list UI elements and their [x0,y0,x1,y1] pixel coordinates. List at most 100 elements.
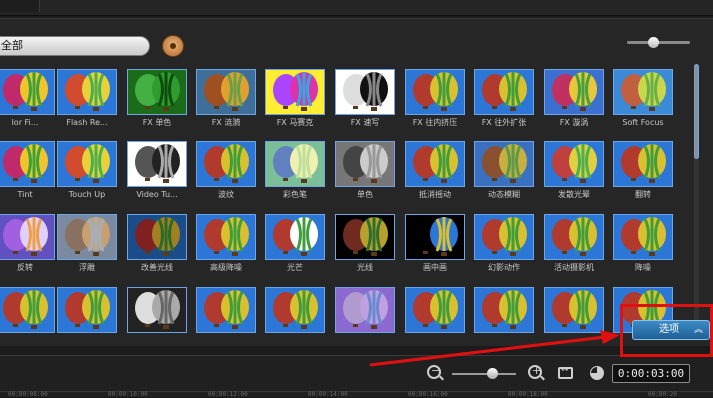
scrollbar-thumb[interactable] [694,64,699,159]
effect-tile[interactable]: 反转 [0,214,55,273]
effect-tile[interactable]: Soft Focus [613,69,673,128]
top-tab[interactable] [0,0,40,12]
effect-thumbnail[interactable] [544,141,604,187]
effect-thumbnail[interactable] [0,214,55,260]
effect-tile[interactable] [196,287,256,336]
effect-tile[interactable]: 翻转 [613,141,673,200]
effect-thumbnail[interactable] [196,287,256,333]
effect-thumbnail[interactable] [474,214,534,260]
effect-thumbnail[interactable] [127,141,187,187]
effect-tile[interactable]: 发散光晕 [544,141,604,200]
film-reel-icon[interactable] [162,35,184,57]
options-button[interactable]: 选项 ︽ [632,320,710,340]
effect-thumbnail[interactable] [57,287,117,333]
clock-icon[interactable] [590,366,604,380]
effect-thumbnail[interactable] [265,69,325,115]
effect-thumbnail[interactable] [335,69,395,115]
zoom-out-icon[interactable] [427,364,441,379]
effect-tile[interactable] [127,287,187,336]
zoom-slider-knob[interactable] [487,368,498,379]
effect-tile[interactable]: 单色 [335,141,395,200]
effect-thumbnail[interactable] [127,214,187,260]
effect-tile[interactable]: 波纹 [196,141,256,200]
effect-tile[interactable]: 抵消摇动 [405,141,465,200]
effect-tile[interactable]: 动态模糊 [474,141,534,200]
effect-thumbnail[interactable] [196,214,256,260]
double-chevron-up-icon: ︽ [693,325,703,335]
effect-thumbnail[interactable] [613,141,673,187]
thumbnail-size-slider[interactable] [627,37,690,48]
effect-thumbnail[interactable] [57,214,117,260]
zoom-in-icon[interactable] [528,364,542,379]
effect-tile[interactable]: Tint [0,141,55,200]
effect-thumbnail[interactable] [613,69,673,115]
effect-tile[interactable]: FX 漩涡 [544,69,604,128]
effect-tile[interactable]: 改善光线 [127,214,187,273]
effect-thumbnail[interactable] [335,214,395,260]
effect-tile[interactable]: FX 往外扩张 [474,69,534,128]
effect-thumbnail[interactable] [265,141,325,187]
effect-thumbnail[interactable] [196,69,256,115]
fit-to-window-icon[interactable] [558,365,573,379]
effect-tile[interactable]: FX 马赛克 [265,69,325,128]
effect-tile[interactable]: FX 速写 [335,69,395,128]
effect-tile[interactable]: 幻影动作 [474,214,534,273]
category-dropdown-value: 全部 [1,39,23,52]
effect-thumbnail[interactable] [544,287,604,333]
effect-thumbnail[interactable] [0,287,55,333]
effect-tile[interactable]: FX 涟漪 [196,69,256,128]
effect-tile[interactable]: Flash Re... [57,69,117,128]
effect-tile[interactable]: lor Fi... [0,69,55,128]
category-dropdown[interactable]: 全部 [0,36,150,56]
effect-thumbnail[interactable] [474,141,534,187]
zoom-slider[interactable] [452,368,516,379]
effect-tile[interactable]: 高级降噪 [196,214,256,273]
effect-tile[interactable]: FX 单色 [127,69,187,128]
effect-thumbnail[interactable] [613,214,673,260]
effect-tile[interactable] [265,287,325,336]
effect-tile[interactable]: 活动摄影机 [544,214,604,273]
effect-tile[interactable] [544,287,604,336]
effect-tile[interactable]: 彩色笔 [265,141,325,200]
effect-tile[interactable] [335,287,395,336]
effect-tile[interactable]: FX 往内挤压 [405,69,465,128]
vertical-scrollbar[interactable] [694,64,699,334]
effect-thumbnail-image [614,215,672,259]
effect-thumbnail[interactable] [335,287,395,333]
effect-tile[interactable]: Video Tu... [127,141,187,200]
effect-thumbnail-image [58,215,116,259]
timecode-display[interactable]: 0:00:03:00 [612,364,690,383]
effect-thumbnail[interactable] [544,69,604,115]
effect-tile[interactable]: Touch Up [57,141,117,200]
effect-thumbnail[interactable] [474,287,534,333]
effect-tile[interactable]: 画中画 [405,214,465,273]
effect-label: 高级降噪 [210,263,242,272]
effect-tile[interactable]: 降噪 [613,214,673,273]
effect-thumbnail[interactable] [127,287,187,333]
effect-thumbnail[interactable] [127,69,187,115]
effect-thumbnail[interactable] [405,141,465,187]
effect-tile[interactable]: 浮雕 [57,214,117,273]
effect-thumbnail[interactable] [405,69,465,115]
effect-thumbnail[interactable] [335,141,395,187]
effect-thumbnail[interactable] [544,214,604,260]
effect-thumbnail[interactable] [0,141,55,187]
effect-tile[interactable] [474,287,534,336]
effect-tile[interactable] [405,287,465,336]
effect-thumbnail[interactable] [196,141,256,187]
effect-thumbnail[interactable] [405,214,465,260]
effect-thumbnail[interactable] [57,69,117,115]
effect-thumbnail[interactable] [265,214,325,260]
effect-tile[interactable]: 光芒 [265,214,325,273]
effect-thumbnail[interactable] [405,287,465,333]
effect-thumbnail[interactable] [0,69,55,115]
effect-thumbnail-image [266,288,324,332]
thumbnail-size-slider-knob[interactable] [648,37,659,48]
effect-tile[interactable] [57,287,117,336]
effect-tile[interactable] [0,287,55,336]
effect-tile[interactable]: 光线 [335,214,395,273]
effect-thumbnail[interactable] [474,69,534,115]
effect-thumbnail[interactable] [265,287,325,333]
effect-thumbnail[interactable] [57,141,117,187]
effect-thumbnail-image [545,142,603,186]
